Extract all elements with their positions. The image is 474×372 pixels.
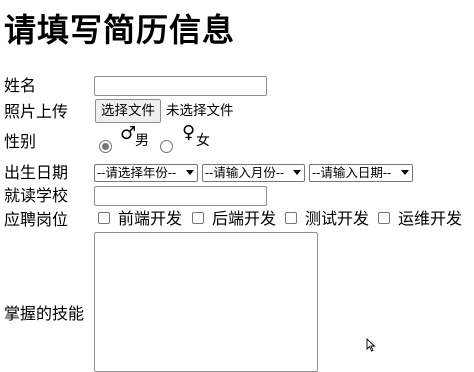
birth-day-select[interactable]: --请输入日期-- (309, 164, 413, 182)
radio-selected-dot (102, 143, 109, 150)
position-testing-label: 测试开发 (305, 209, 370, 228)
birth-year-value: --请选择年份-- (97, 166, 177, 180)
position-backend-label: 后端开发 (212, 209, 277, 228)
position-frontend-label: 前端开发 (118, 209, 183, 228)
gender-female-radio[interactable] (160, 140, 173, 153)
gender-female-label: 女 (196, 133, 210, 149)
position-ops-checkbox[interactable] (378, 212, 390, 224)
skills-label: 掌握的技能 (4, 304, 85, 323)
position-label: 应聘岗位 (4, 210, 69, 229)
choose-file-button[interactable]: 选择文件 (95, 99, 161, 123)
gender-male-label: 男 (135, 133, 149, 149)
chevron-down-icon (293, 170, 301, 175)
position-testing-checkbox[interactable] (285, 212, 297, 224)
position-ops-label: 运维开发 (398, 209, 463, 228)
gender-male-radio[interactable] (99, 140, 112, 153)
school-input[interactable] (94, 186, 267, 206)
name-label: 姓名 (4, 76, 37, 95)
position-backend-checkbox[interactable] (192, 212, 204, 224)
male-symbol-icon: ♂ (120, 123, 137, 144)
birth-year-select[interactable]: --请选择年份-- (94, 164, 198, 182)
file-status-text: 未选择文件 (166, 103, 234, 118)
birthdate-label: 出生日期 (4, 163, 69, 182)
mouse-cursor-icon (366, 338, 376, 352)
gender-label: 性别 (4, 132, 37, 151)
skills-textarea[interactable] (94, 232, 318, 372)
page-title: 请填写简历信息 (4, 11, 236, 49)
name-input[interactable] (94, 76, 267, 96)
chevron-down-icon (401, 170, 409, 175)
birth-month-select[interactable]: --请输入月份-- (202, 164, 305, 182)
school-label: 就读学校 (4, 186, 69, 205)
birth-day-value: --请输入日期-- (312, 166, 392, 180)
chevron-down-icon (186, 170, 194, 175)
position-frontend-checkbox[interactable] (98, 212, 110, 224)
birth-month-value: --请输入月份-- (205, 166, 285, 180)
photo-label: 照片上传 (4, 102, 69, 121)
female-symbol-icon: ♀ (182, 122, 196, 143)
